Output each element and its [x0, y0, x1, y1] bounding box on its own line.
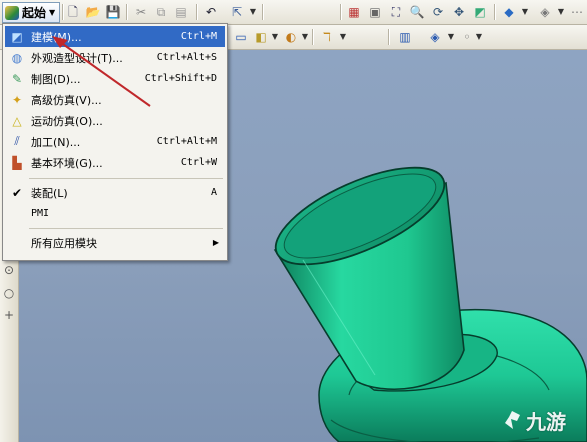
- toolbar-separator: [494, 4, 496, 20]
- chevron-down-icon[interactable]: ▼: [300, 28, 310, 46]
- rotate-icon[interactable]: ⟳: [429, 3, 447, 21]
- box-icon[interactable]: ◆: [500, 3, 518, 21]
- sphere-icon[interactable]: ◐: [282, 28, 300, 46]
- chevron-down-icon[interactable]: ▼: [520, 3, 530, 21]
- menu-item-shortcut: Ctrl+M: [180, 31, 217, 42]
- menu-item-modeling[interactable]: ◩ 建模(M)... Ctrl+M: [5, 26, 225, 47]
- menu-item-shortcut: Ctrl+Alt+M: [156, 136, 217, 147]
- view-orient-icon[interactable]: ◈: [426, 28, 444, 46]
- chevron-down-icon[interactable]: ▼: [556, 3, 566, 21]
- start-icon: [5, 5, 19, 20]
- modeling-icon: ◩: [11, 29, 23, 44]
- pan-icon[interactable]: ✥: [450, 3, 468, 21]
- render-icon[interactable]: ◈: [536, 3, 554, 21]
- manufacturing-icon: ⫽: [14, 134, 20, 148]
- grid-icon[interactable]: ▦: [345, 3, 363, 21]
- chevron-down-icon: ▼: [49, 8, 56, 17]
- chevron-down-icon[interactable]: ▼: [474, 28, 484, 46]
- menu-item-drafting[interactable]: ✎ 制图(D)... Ctrl+Shift+D: [5, 68, 225, 89]
- application-menu: ◩ 建模(M)... Ctrl+M ◍ 外观造型设计(T)... Ctrl+Al…: [2, 23, 228, 261]
- gateway-icon: ▙: [12, 155, 22, 170]
- view-icon[interactable]: ▣: [366, 3, 384, 21]
- save-icon[interactable]: 💾: [104, 3, 122, 21]
- menu-item-label: 高级仿真(V)...: [31, 93, 102, 107]
- menu-item-label: PMI: [31, 208, 50, 219]
- chevron-down-icon[interactable]: ▼: [270, 28, 280, 46]
- menu-item-all-applications[interactable]: 所有应用模块 ▶: [5, 232, 225, 253]
- zoom-fit-icon[interactable]: ⛶: [387, 3, 405, 21]
- menu-item-label: 所有应用模块: [31, 236, 97, 250]
- menu-item-label: 基本环境(G)...: [31, 156, 103, 170]
- submenu-arrow-icon: ▶: [212, 238, 219, 247]
- menu-separator: [29, 228, 223, 229]
- standard-toolbar: 起始 ▼ 🗋 📂 💾 ✂ ⧉ ▤ ↶ ⇱ ▼ ▦ ▣ ⛶ 🔍 ⟳ ✥ ◩ ◆ ▼…: [0, 0, 587, 25]
- toolbar-separator: [262, 4, 264, 20]
- undo-icon[interactable]: ↶: [202, 3, 220, 21]
- watermark-logo-icon: [505, 411, 520, 429]
- feature-icon[interactable]: ℸ: [318, 28, 336, 46]
- menu-item-label: 建模(M)...: [31, 30, 82, 44]
- watermark: 九游: [501, 404, 581, 436]
- menu-item-shape-studio[interactable]: ◍ 外观造型设计(T)... Ctrl+Alt+S: [5, 47, 225, 68]
- zoom-icon[interactable]: 🔍: [408, 3, 426, 21]
- menu-item-motion-simulation[interactable]: △ 运动仿真(O)...: [5, 110, 225, 131]
- chevron-down-icon[interactable]: ▼: [248, 3, 258, 21]
- select-tool-icon[interactable]: ⇱: [228, 3, 246, 21]
- cut-icon[interactable]: ✂: [132, 3, 150, 21]
- advanced-simulation-icon: ✦: [11, 92, 23, 107]
- menu-item-gateway[interactable]: ▙ 基本环境(G)... Ctrl+W: [5, 152, 225, 173]
- open-folder-icon[interactable]: 📂: [84, 3, 102, 21]
- more-icon[interactable]: ⋯: [568, 3, 586, 21]
- copy-icon[interactable]: ⧉: [152, 3, 170, 21]
- sketch-icon[interactable]: ▭: [232, 28, 250, 46]
- reuse-library-icon[interactable]: +: [2, 308, 16, 322]
- menu-item-icon-slot: [9, 206, 25, 222]
- menu-item-label: 装配(L): [31, 186, 68, 200]
- menu-separator: [29, 178, 223, 179]
- toolbar-separator: [196, 4, 198, 20]
- new-file-icon[interactable]: 🗋: [64, 3, 82, 21]
- paste-icon[interactable]: ▤: [172, 3, 190, 21]
- menu-item-assembly[interactable]: ✔ 装配(L) A: [5, 182, 225, 203]
- shape-studio-icon: ◍: [11, 50, 23, 65]
- toolbar-separator: [312, 29, 314, 45]
- menu-item-manufacturing[interactable]: ⫽ 加工(N)... Ctrl+Alt+M: [5, 131, 225, 152]
- start-button-label: 起始: [22, 6, 47, 20]
- chevron-down-icon[interactable]: ▼: [446, 28, 456, 46]
- menu-item-advanced-simulation[interactable]: ✦ 高级仿真(V)...: [5, 89, 225, 110]
- toolbar-separator: [340, 4, 342, 20]
- toolbar-separator: [388, 29, 390, 45]
- menu-item-shortcut: Ctrl+Shift+D: [144, 73, 217, 84]
- menu-item-label: 外观造型设计(T)...: [31, 51, 123, 65]
- motion-simulation-icon: △: [12, 113, 22, 128]
- start-button[interactable]: 起始 ▼: [2, 2, 60, 23]
- menu-item-shortcut: A: [210, 187, 217, 198]
- menu-item-label: 制图(D)...: [31, 72, 81, 86]
- assembly-icon[interactable]: ▥: [396, 28, 414, 46]
- check-icon: ✔: [11, 185, 23, 200]
- menu-item-label: 加工(N)...: [31, 135, 81, 149]
- watermark-text: 九游: [526, 409, 566, 434]
- extrude-icon[interactable]: ◧: [252, 28, 270, 46]
- menu-item-pmi[interactable]: PMI: [5, 203, 225, 224]
- toolbar-separator: [126, 4, 128, 20]
- menu-item-label: 运动仿真(O)...: [31, 114, 103, 128]
- drafting-icon: ✎: [11, 71, 23, 86]
- shade-icon[interactable]: ◩: [471, 3, 489, 21]
- menu-item-shortcut: Ctrl+Alt+S: [156, 52, 217, 63]
- navigator-icon[interactable]: ⊙: [2, 263, 16, 277]
- history-icon[interactable]: ○: [2, 286, 16, 300]
- menu-item-icon-slot: [9, 235, 25, 251]
- chevron-down-icon[interactable]: ▼: [338, 28, 348, 46]
- menu-item-shortcut: Ctrl+W: [180, 157, 217, 168]
